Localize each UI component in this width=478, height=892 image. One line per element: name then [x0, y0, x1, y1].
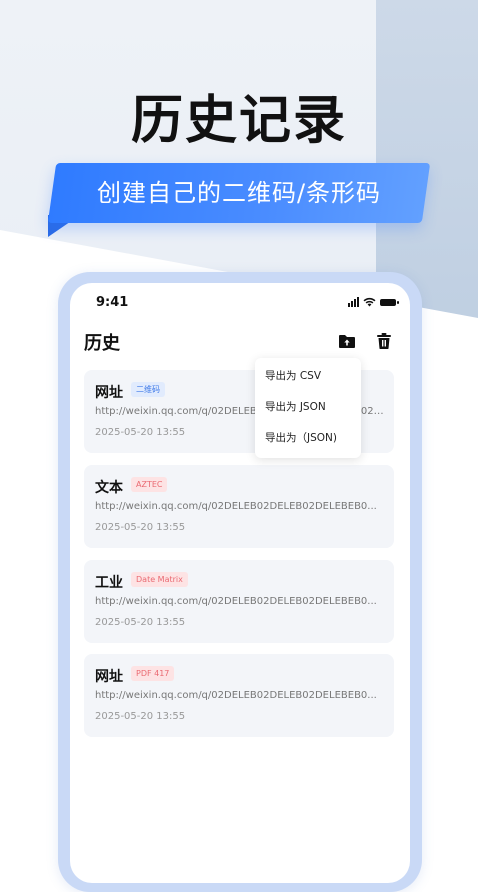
battery-icon [380, 298, 399, 306]
format-tag: AZTEC [131, 477, 168, 492]
export-csv-option[interactable]: 导出为 CSV [265, 368, 321, 383]
phone-screen: 9:41 历史 网址 二维码 http://weixin.qq.com/q/02… [70, 283, 410, 883]
list-item[interactable]: 网址 PDF 417 http://weixin.qq.com/q/02DELE… [84, 654, 394, 737]
format-tag: Date Matrix [131, 572, 188, 587]
list-item[interactable]: 文本 AZTEC http://weixin.qq.com/q/02DELEB0… [84, 465, 394, 548]
export-json-option[interactable]: 导出为 JSON [265, 399, 326, 414]
wifi-icon [363, 297, 376, 307]
record-time: 2025-05-20 13:55 [95, 427, 186, 438]
export-json-alt-option[interactable]: 导出为（JSON) [265, 430, 337, 445]
format-tag: 二维码 [131, 382, 165, 397]
format-tag: PDF 417 [131, 666, 175, 681]
record-time: 2025-05-20 13:55 [95, 522, 186, 533]
page-title: 历史 [84, 333, 120, 354]
record-type: 文本 [95, 480, 123, 496]
folder-upload-icon[interactable] [338, 332, 356, 350]
record-url: http://weixin.qq.com/q/02DELEB02DELEB02D… [95, 690, 377, 701]
hero-subtitle: 创建自己的二维码/条形码 [96, 179, 382, 207]
record-time: 2025-05-20 13:55 [95, 617, 186, 628]
record-url: http://weixin.qq.com/q/02DELEB02DELEB02D… [95, 596, 377, 607]
status-time: 9:41 [96, 295, 129, 310]
record-type: 网址 [95, 385, 123, 401]
trash-icon[interactable] [375, 332, 393, 350]
status-icons [348, 296, 399, 308]
record-time: 2025-05-20 13:55 [95, 711, 186, 722]
signal-icon [348, 297, 359, 307]
list-item[interactable]: 工业 Date Matrix http://weixin.qq.com/q/02… [84, 560, 394, 643]
record-type: 网址 [95, 669, 123, 685]
record-type: 工业 [95, 575, 123, 591]
hero-title: 历史记录 [130, 91, 347, 151]
record-url: http://weixin.qq.com/q/02DELEB02DELEB02D… [95, 501, 377, 512]
export-menu: 导出为 CSV 导出为 JSON 导出为（JSON) [255, 358, 361, 458]
